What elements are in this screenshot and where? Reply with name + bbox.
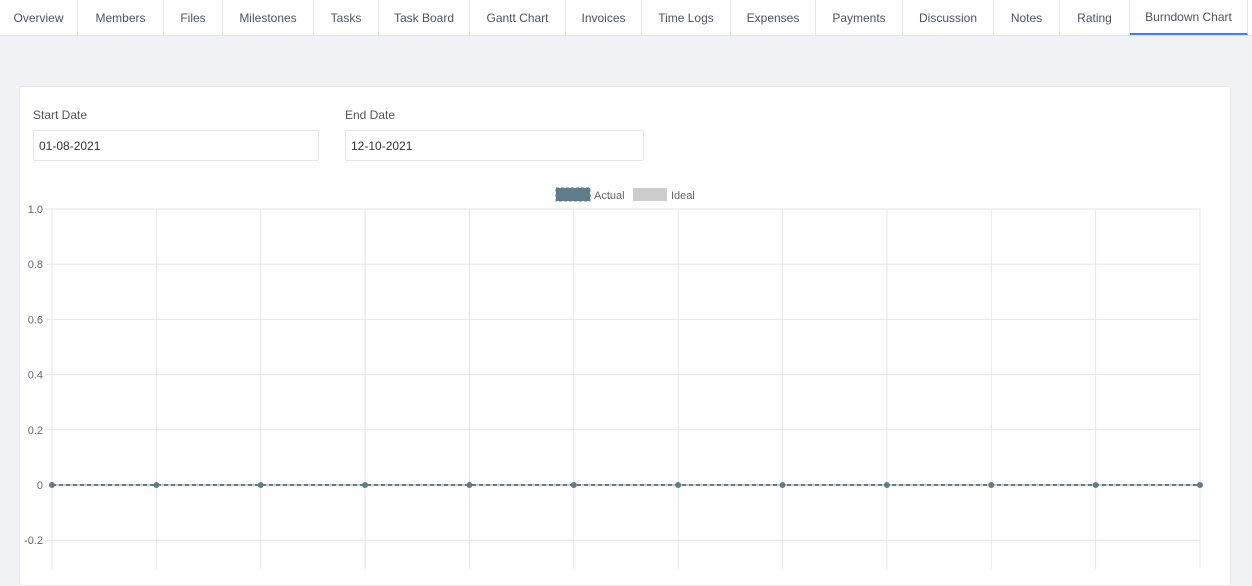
actual-point [49, 482, 55, 488]
y-tick-label: 0 [37, 480, 43, 492]
legend-swatch-ideal [633, 188, 667, 201]
legend-label-ideal: Ideal [671, 190, 695, 202]
y-tick-label: 0.6 [28, 314, 43, 326]
y-tick-label: 0.8 [28, 259, 43, 271]
actual-point [883, 482, 890, 488]
actual-point [675, 482, 682, 488]
legend-swatch-actual [555, 187, 591, 202]
burndown-chart: 1.0 0.8 0.6 0.4 0.2 0 -0.2 Actual Ideal [24, 187, 1203, 569]
y-tick-label: 0.4 [28, 370, 43, 382]
actual-point [1197, 482, 1203, 488]
actual-point [362, 482, 369, 488]
actual-point [257, 482, 264, 488]
actual-point [988, 482, 995, 488]
actual-point [1092, 482, 1099, 488]
y-tick-label: 1.0 [28, 204, 43, 216]
actual-point [779, 482, 786, 488]
actual-point [153, 482, 160, 488]
actual-point [466, 482, 473, 488]
actual-point [570, 482, 577, 488]
y-tick-label: -0.2 [24, 535, 43, 547]
legend-label-actual: Actual [594, 190, 625, 202]
y-tick-label: 0.2 [28, 425, 43, 437]
burndown-card: Start Date End Date 1.00.80.60.40.20-0.2… [19, 86, 1231, 586]
